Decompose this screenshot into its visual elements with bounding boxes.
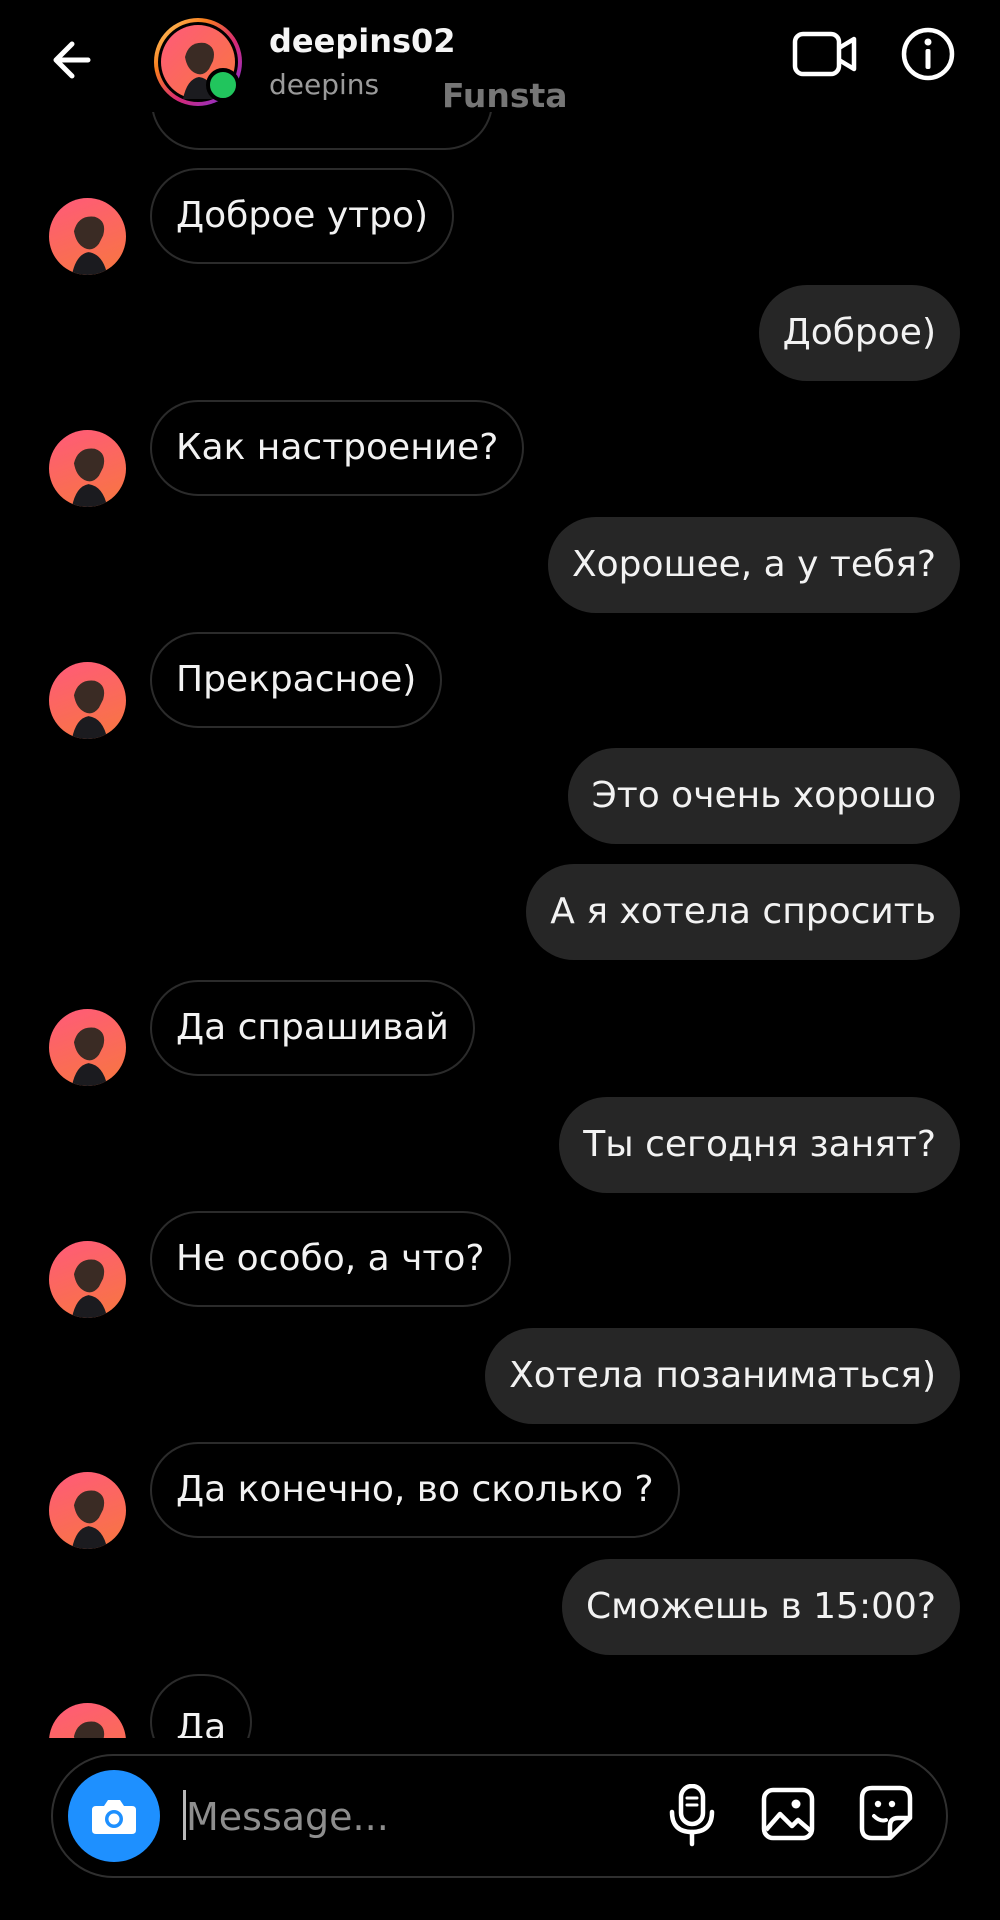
sticker-icon — [859, 1785, 913, 1841]
back-button[interactable] — [46, 32, 102, 88]
message-bubble-received[interactable]: Доброе утро) — [150, 168, 455, 264]
message-bubble-sent[interactable]: Доброе) — [758, 285, 960, 381]
message-bubble-received[interactable]: Да — [150, 1674, 253, 1738]
gallery-button[interactable] — [760, 1786, 816, 1842]
chat-handle[interactable]: deepins — [269, 68, 379, 101]
message-input[interactable] — [184, 1780, 638, 1854]
person-silhouette-icon — [71, 1490, 108, 1549]
message-bubble-sent[interactable]: Хотела позаниматься) — [485, 1328, 960, 1424]
arrow-left-icon — [53, 41, 91, 79]
sender-avatar[interactable] — [49, 198, 126, 275]
voice-message-button[interactable] — [666, 1783, 718, 1848]
camera-button[interactable] — [68, 1770, 160, 1862]
person-silhouette-icon — [71, 1259, 108, 1318]
message-bubble-sent[interactable]: А я хотела спросить — [526, 864, 960, 960]
sender-avatar[interactable] — [49, 1009, 126, 1086]
person-silhouette-icon — [71, 216, 108, 275]
sticker-button[interactable] — [858, 1784, 914, 1842]
message-bubble-received[interactable]: Не особо, а что? — [150, 1211, 511, 1307]
image-icon — [761, 1787, 815, 1841]
message-thread[interactable]: Доброе утро) Доброе) Как настроение? Хор… — [0, 0, 1000, 1738]
message-bubble-received[interactable]: Прекрасное) — [150, 632, 443, 728]
chat-username[interactable]: deepins02 — [269, 22, 456, 60]
video-camera-icon — [792, 31, 857, 77]
message-bubble-sent[interactable]: Ты сегодня занят? — [559, 1097, 960, 1193]
sender-avatar[interactable] — [49, 1472, 126, 1549]
message-bubble-sent[interactable]: Это очень хорошо — [567, 748, 960, 844]
message-bubble-received[interactable]: Да конечно, во сколько ? — [150, 1442, 680, 1538]
person-silhouette-icon — [73, 1721, 105, 1738]
sender-avatar[interactable] — [49, 1241, 126, 1318]
person-silhouette-icon — [71, 448, 108, 507]
watermark-text: Funsta — [442, 76, 568, 115]
sender-avatar[interactable] — [49, 430, 126, 507]
message-bubble-received[interactable]: Да спрашивай — [150, 980, 475, 1076]
sender-avatar[interactable] — [49, 1703, 126, 1738]
chat-header: deepins02 deepins Funsta — [0, 0, 1000, 115]
person-silhouette-icon — [71, 680, 108, 739]
person-silhouette-icon — [71, 1027, 108, 1086]
video-call-button[interactable] — [792, 28, 858, 80]
message-bubble-sent[interactable]: Хорошее, а у тебя? — [547, 517, 960, 613]
info-button[interactable] — [900, 26, 956, 82]
message-bubble-received[interactable]: Как настроение? — [150, 400, 525, 496]
microphone-icon — [669, 1783, 715, 1847]
camera-icon — [92, 1800, 136, 1834]
message-bubble-sent[interactable]: Сможешь в 15:00? — [561, 1559, 960, 1655]
info-icon — [901, 27, 955, 81]
online-status-indicator — [206, 68, 240, 102]
sender-avatar[interactable] — [49, 662, 126, 739]
